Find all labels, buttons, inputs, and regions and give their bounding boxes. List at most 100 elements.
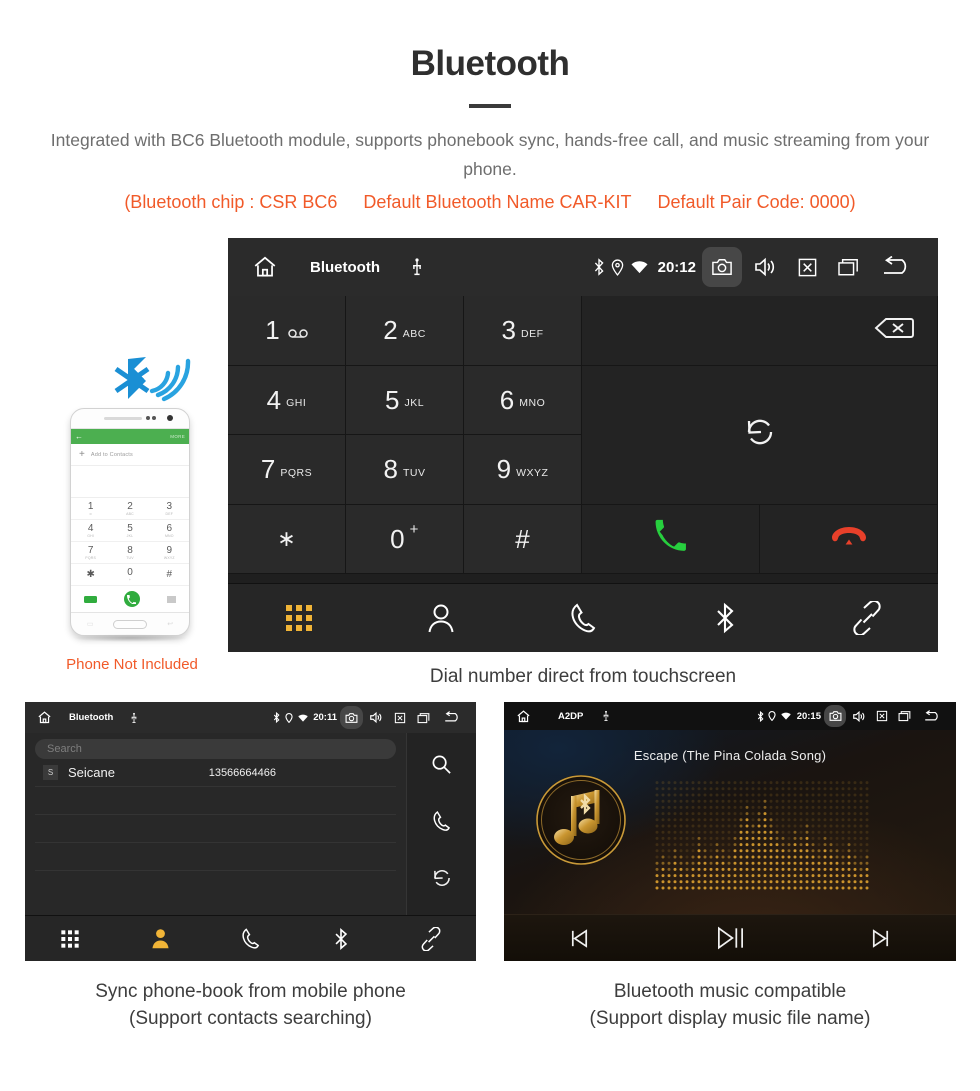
phone-appbar: ← MORE [71, 429, 189, 444]
phone-number-display [71, 466, 189, 498]
back-icon[interactable] [870, 252, 924, 282]
nav-contacts[interactable] [115, 927, 205, 950]
music-stage: Escape (The Pina Colada Song) [504, 730, 956, 914]
camera-icon[interactable] [340, 706, 363, 729]
search-icon[interactable] [431, 754, 452, 780]
call-icon[interactable] [431, 810, 452, 837]
contacts-screen: Bluetooth 20:11 Search S Seicane 1356666… [25, 702, 476, 961]
key-6[interactable]: 6 MNO [464, 365, 582, 435]
nav-pair-link[interactable] [386, 926, 476, 951]
home-icon[interactable] [36, 709, 53, 726]
page-subtitle: Integrated with BC6 Bluetooth module, su… [50, 130, 930, 179]
volume-icon[interactable] [364, 709, 388, 726]
volume-icon[interactable] [744, 252, 786, 282]
phone-nav-bar: ▭ ↩ [71, 613, 189, 635]
number-display-and-backspace[interactable] [582, 296, 938, 366]
key-8[interactable]: 8 TUV [346, 435, 464, 505]
key-sub: WXYZ [516, 466, 549, 479]
phone-key: # [149, 564, 189, 586]
hangup-button[interactable] [760, 504, 938, 574]
contacts-caption-line2: (Support contacts searching) [129, 1008, 372, 1029]
music-controls [504, 914, 956, 961]
link-icon [421, 926, 441, 951]
phone-key: 0 + [110, 564, 150, 586]
phone-key-num: 5 [127, 523, 133, 534]
key-star[interactable]: ∗ [228, 504, 346, 574]
nav-dialpad[interactable] [228, 603, 370, 633]
sync-icon[interactable] [431, 867, 453, 894]
nav-contacts[interactable] [370, 602, 512, 634]
phone-action-row [71, 586, 189, 612]
phone-key: 9 WXYZ [149, 542, 189, 564]
contact-number: 13566664466 [208, 766, 276, 779]
contacts-side-actions [406, 733, 476, 915]
statusbar-left: A2DP [515, 708, 614, 725]
search-input[interactable]: Search [35, 739, 396, 759]
close-box-icon[interactable] [786, 252, 828, 282]
audio-transfer-icon [743, 415, 777, 454]
phone-device: ← MORE + Add to Contacts 1 ∞ 2 ABC 3 DEF 4G… [70, 408, 190, 636]
audio-transfer-button[interactable] [582, 365, 938, 505]
recents-icon[interactable] [412, 709, 436, 726]
key-hash[interactable]: # [464, 504, 582, 574]
key-num: 6 [499, 384, 515, 415]
previous-button[interactable] [504, 927, 655, 950]
home-icon[interactable] [250, 252, 280, 282]
phone-key-sub: PQRS [85, 556, 97, 560]
key-2[interactable]: 2 ABC [346, 296, 464, 366]
dialpad-icon [61, 929, 79, 948]
recents-icon[interactable] [828, 252, 870, 282]
back-icon[interactable] [916, 708, 948, 725]
nav-bluetooth[interactable] [654, 601, 796, 635]
phone-keypad: 1 ∞ 2 ABC 3 DEF 4 GHI 5 JKL 6 MNO 7 PQRS 8 TUV 9… [71, 498, 189, 586]
nav-dialpad[interactable] [25, 929, 115, 949]
backspace-icon[interactable] [873, 316, 915, 345]
next-button[interactable] [805, 927, 956, 950]
location-icon [608, 252, 628, 282]
bluetooth-icon [755, 708, 766, 725]
call-button[interactable] [582, 504, 760, 574]
dialer-clock: 20:12 [657, 258, 696, 276]
bluetooth-icon [717, 602, 734, 634]
close-box-icon[interactable] [388, 709, 412, 726]
table-row-empty [35, 815, 396, 843]
camera-icon[interactable] [824, 705, 846, 727]
close-box-icon[interactable] [870, 708, 893, 725]
music-clock: 20:15 [796, 710, 821, 722]
recents-icon[interactable] [893, 708, 916, 725]
phone-home-button [113, 619, 148, 629]
handset-icon [571, 603, 596, 633]
key-5[interactable]: 5 JKL [346, 365, 464, 435]
key-7[interactable]: 7 PQRS [228, 435, 346, 505]
phone-back-softkey: ↩ [167, 621, 174, 628]
back-icon[interactable] [436, 709, 468, 726]
nav-bluetooth[interactable] [296, 927, 386, 951]
usb-icon [402, 252, 432, 282]
title-divider [469, 104, 511, 108]
key-num: 1 [265, 315, 280, 346]
home-icon[interactable] [515, 708, 532, 725]
previous-icon [571, 928, 587, 948]
call-icon [654, 519, 688, 558]
contact-initial-badge: S [43, 765, 58, 780]
nav-call-log[interactable] [205, 927, 295, 950]
bluetooth-icon [590, 252, 608, 282]
key-0[interactable]: 0 + [346, 504, 464, 574]
phone-key-sub: MNO [164, 534, 174, 538]
camera-icon[interactable] [702, 247, 742, 287]
key-9[interactable]: 9 WXYZ [464, 435, 582, 505]
nav-call-log[interactable] [512, 602, 654, 634]
nav-pair-link[interactable] [796, 601, 938, 635]
key-1[interactable]: 1 [228, 296, 346, 366]
volume-icon[interactable] [847, 708, 870, 725]
keypad-row: 1 2 ABC 3 DEF [228, 296, 938, 366]
page-title: Bluetooth [410, 44, 570, 83]
music-screen: A2DP 20:15 Escape (The Pina Colada Song) [504, 702, 956, 961]
key-3[interactable]: 3 DEF [464, 296, 582, 366]
key-sub: ABC [402, 327, 426, 340]
key-4[interactable]: 4 GHI [228, 365, 346, 435]
wifi-icon [779, 708, 794, 725]
play-pause-button[interactable] [655, 925, 806, 951]
key-num: ∗ [277, 525, 296, 551]
table-row[interactable]: S Seicane 13566664466 [35, 759, 396, 787]
